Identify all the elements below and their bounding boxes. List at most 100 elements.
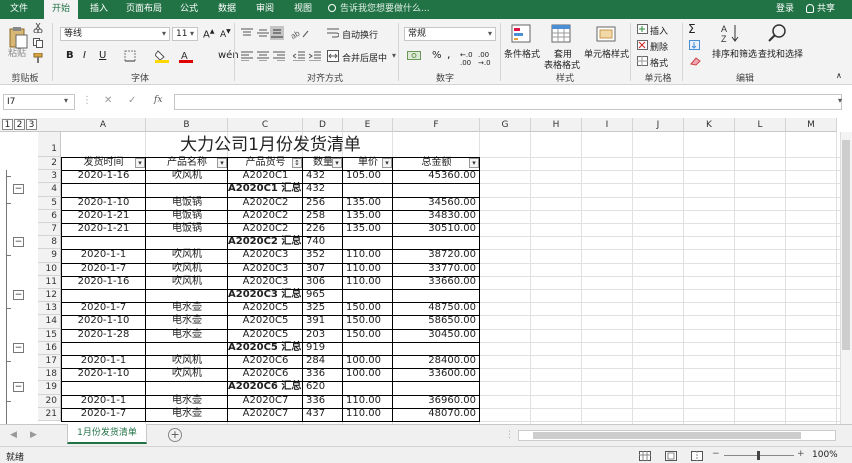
align-top-icon[interactable] — [240, 27, 254, 39]
table-cell[interactable]: 258 — [303, 210, 343, 223]
wrap-text-button[interactable]: 自动换行 — [342, 28, 378, 41]
table-cell[interactable]: A2020C5 汇总 — [228, 342, 303, 355]
filter-dropdown-button[interactable]: ▾ — [135, 158, 145, 168]
tab-insert[interactable]: 插入 — [82, 0, 116, 19]
cell-style-icon[interactable] — [595, 23, 619, 45]
table-cell[interactable]: 2020-1-1 — [61, 355, 146, 368]
formula-input[interactable] — [174, 94, 842, 110]
table-cell[interactable]: 30450.00 — [393, 329, 480, 342]
row-header[interactable]: 14 — [38, 315, 61, 329]
number-format-select[interactable]: 常规 — [404, 27, 496, 41]
table-cell[interactable]: A2020C2 — [228, 223, 303, 236]
table-cell[interactable] — [393, 183, 480, 196]
table-cell[interactable]: 36960.00 — [393, 395, 480, 408]
underline-button[interactable]: U — [99, 50, 106, 61]
clear-icon[interactable] — [688, 55, 702, 67]
table-cell[interactable]: A2020C6 — [228, 368, 303, 381]
table-cell[interactable]: A2020C1 — [228, 170, 303, 183]
next-sheet-icon[interactable]: ▶ — [30, 430, 37, 440]
table-cell[interactable]: 135.00 — [343, 197, 393, 210]
table-cell[interactable]: 110.00 — [343, 408, 393, 421]
border-icon[interactable] — [123, 50, 137, 62]
table-cell[interactable]: 100.00 — [343, 368, 393, 381]
table-cell[interactable]: 105.00 — [343, 170, 393, 183]
table-cell[interactable] — [393, 381, 480, 394]
row-header[interactable]: 16 — [38, 341, 61, 355]
row-header[interactable]: 8 — [38, 236, 61, 250]
table-cell[interactable]: 2020-1-10 — [61, 197, 146, 210]
table-cell[interactable]: 2020-1-21 — [61, 210, 146, 223]
column-header[interactable]: A — [61, 118, 146, 132]
table-cell[interactable]: 2020-1-10 — [61, 315, 146, 328]
table-cell[interactable]: A2020C7 — [228, 408, 303, 421]
table-cell[interactable] — [146, 381, 228, 394]
tab-view[interactable]: 视图 — [286, 0, 320, 19]
orientation-icon[interactable]: ab — [290, 26, 310, 40]
merge-center-icon[interactable] — [326, 49, 340, 63]
table-cell[interactable]: 吹风机 — [146, 276, 228, 289]
sort-filter-button[interactable]: 排序和筛选 — [712, 47, 757, 60]
enter-icon[interactable]: ✓ — [128, 95, 136, 106]
outline-level-1-button[interactable]: 1 — [2, 119, 13, 130]
table-cell[interactable] — [343, 289, 393, 302]
percent-button[interactable]: % — [432, 50, 442, 61]
collapse-group-button[interactable]: − — [13, 237, 24, 248]
page-break-view-icon[interactable] — [690, 450, 704, 461]
conditional-format-icon[interactable] — [510, 23, 534, 45]
table-cell[interactable]: 33600.00 — [393, 368, 480, 381]
copy-icon[interactable] — [32, 37, 44, 49]
page-layout-view-icon[interactable] — [664, 450, 678, 461]
prev-sheet-icon[interactable]: ◀ — [10, 430, 17, 440]
table-cell[interactable]: 2020-1-10 — [61, 368, 146, 381]
format-cells-button[interactable]: 格式 — [650, 56, 668, 69]
font-color-icon[interactable]: A — [178, 49, 194, 63]
share-button[interactable]: 共享 — [806, 0, 835, 19]
login-link[interactable]: 登录 — [770, 0, 800, 19]
table-header-cell[interactable]: 总金额 — [393, 157, 480, 170]
column-header[interactable]: C — [228, 118, 303, 132]
normal-view-icon[interactable] — [638, 450, 652, 461]
expand-formula-icon[interactable]: ▾ — [838, 96, 842, 105]
table-cell[interactable]: A2020C5 — [228, 315, 303, 328]
table-cell[interactable]: 电饭锅 — [146, 210, 228, 223]
table-cell[interactable]: 45360.00 — [393, 170, 480, 183]
shrink-font-icon[interactable]: A▼ — [220, 28, 231, 40]
tab-data[interactable]: 数据 — [210, 0, 244, 19]
row-header[interactable]: 9 — [38, 249, 61, 263]
format-painter-icon[interactable] — [32, 52, 44, 64]
outline-level-2-button[interactable]: 2 — [14, 119, 25, 130]
table-cell[interactable] — [343, 381, 393, 394]
row-header[interactable]: 1 — [38, 132, 61, 157]
table-cell[interactable] — [146, 183, 228, 196]
column-header[interactable]: M — [786, 118, 837, 132]
tab-formulas[interactable]: 公式 — [172, 0, 206, 19]
table-cell[interactable]: A2020C6 汇总 — [228, 381, 303, 394]
fill-down-icon[interactable] — [688, 39, 702, 51]
table-cell[interactable]: 2020-1-16 — [61, 170, 146, 183]
sheet-title[interactable]: 大力公司1月份发货清单 — [61, 134, 480, 156]
italic-button[interactable]: I — [83, 50, 86, 61]
table-cell[interactable]: 352 — [303, 249, 343, 262]
insert-cells-icon[interactable] — [636, 23, 648, 35]
bold-button[interactable]: B — [66, 50, 74, 61]
table-cell[interactable]: A2020C6 — [228, 355, 303, 368]
table-cell[interactable]: A2020C3 汇总 — [228, 289, 303, 302]
table-cell[interactable]: 2020-1-16 — [61, 276, 146, 289]
table-cell[interactable]: 34560.00 — [393, 197, 480, 210]
row-header[interactable]: 11 — [38, 275, 61, 289]
insert-cells-button[interactable]: 插入 — [650, 24, 668, 37]
table-cell[interactable]: 38720.00 — [393, 249, 480, 262]
table-format-label-2[interactable]: 表格格式 — [544, 58, 580, 71]
table-header-cell[interactable]: 发货时间 — [61, 157, 146, 170]
phonetic-icon[interactable]: wén — [218, 50, 239, 61]
collapse-group-button[interactable]: − — [13, 290, 24, 300]
table-cell[interactable]: 391 — [303, 315, 343, 328]
outline-level-3-button[interactable]: 3 — [26, 119, 37, 130]
zoom-level[interactable]: 100% — [812, 450, 838, 460]
table-cell[interactable]: 336 — [303, 368, 343, 381]
table-cell[interactable]: A2020C2 汇总 — [228, 236, 303, 249]
table-cell[interactable] — [61, 236, 146, 249]
table-cell[interactable] — [393, 236, 480, 249]
table-cell[interactable]: 吹风机 — [146, 249, 228, 262]
row-header[interactable]: 10 — [38, 262, 61, 276]
